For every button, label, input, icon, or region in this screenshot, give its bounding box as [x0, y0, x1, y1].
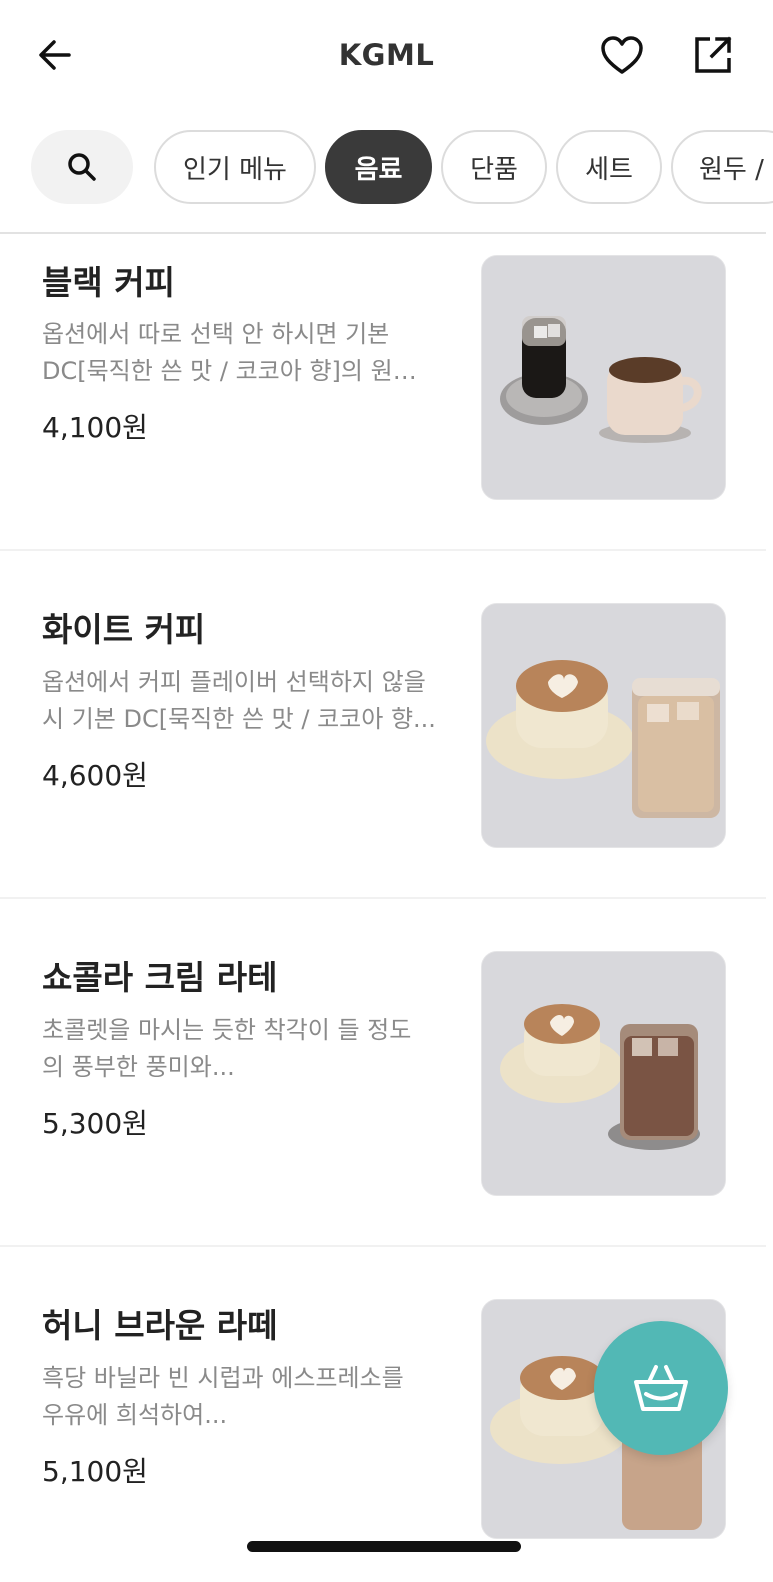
menu-item-image	[481, 255, 726, 500]
store-title: KGML	[338, 38, 435, 72]
menu-item-image	[481, 951, 726, 1196]
category-tabs: 인기 메뉴 음료 단품 세트 원두 /	[0, 130, 773, 204]
menu-item-name: 쇼콜라 크림 라테	[42, 958, 278, 997]
menu-item-description: 초콜렛을 마시는 듯한 착각이 들 정도 의 풍부한 풍미와...	[42, 1016, 412, 1081]
menu-item-chocolat-cream-latte[interactable]: 쇼콜라 크림 라테 초콜렛을 마시는 듯한 착각이 들 정도 의 풍부한 풍미와…	[0, 899, 766, 1247]
menu-item-description: 흑당 바닐라 빈 시럽과 에스프레소를 우유에 희석하여...	[42, 1364, 404, 1429]
tab-drinks[interactable]: 음료	[325, 130, 432, 204]
menu-item-white-coffee[interactable]: 화이트 커피 옵션에서 커피 플레이버 선택하지 않을 시 기본 DC[묵직한 …	[0, 551, 766, 899]
search-icon	[68, 153, 96, 181]
menu-item-name: 화이트 커피	[42, 610, 206, 649]
menu-item-black-coffee[interactable]: 블랙 커피 옵션에서 따로 선택 안 하시면 기본 DC[묵직한 쓴 맛 / 코…	[0, 234, 766, 551]
menu-item-name: 블랙 커피	[42, 263, 175, 302]
top-app-bar: KGML	[0, 0, 773, 110]
share-icon	[695, 36, 732, 73]
menu-item-price: 4,100원	[42, 411, 148, 444]
home-indicator	[247, 1541, 521, 1552]
menu-item-price: 4,600원	[42, 759, 148, 792]
favorite-button[interactable]	[596, 30, 648, 80]
share-button[interactable]	[688, 30, 738, 80]
menu-item-name: 허니 브라운 라떼	[42, 1306, 278, 1345]
tab-beans[interactable]: 원두 /	[671, 130, 773, 204]
menu-item-description: 옵션에서 따로 선택 안 하시면 기본 DC[묵직한 쓴 맛 / 코코아 향]의…	[42, 320, 417, 385]
tab-set[interactable]: 세트	[556, 130, 662, 204]
cart-button[interactable]	[594, 1321, 728, 1455]
menu-item-image	[481, 603, 726, 848]
menu-item-price: 5,100원	[42, 1455, 148, 1488]
shopping-basket-icon	[634, 1365, 688, 1411]
menu-item-description: 옵션에서 커피 플레이버 선택하지 않을 시 기본 DC[묵직한 쓴 맛 / 코…	[42, 668, 436, 733]
menu-item-price: 5,300원	[42, 1107, 148, 1140]
search-button[interactable]	[31, 130, 133, 204]
tab-single[interactable]: 단품	[441, 130, 547, 204]
heart-icon	[601, 36, 643, 74]
tab-popular[interactable]: 인기 메뉴	[154, 130, 316, 204]
